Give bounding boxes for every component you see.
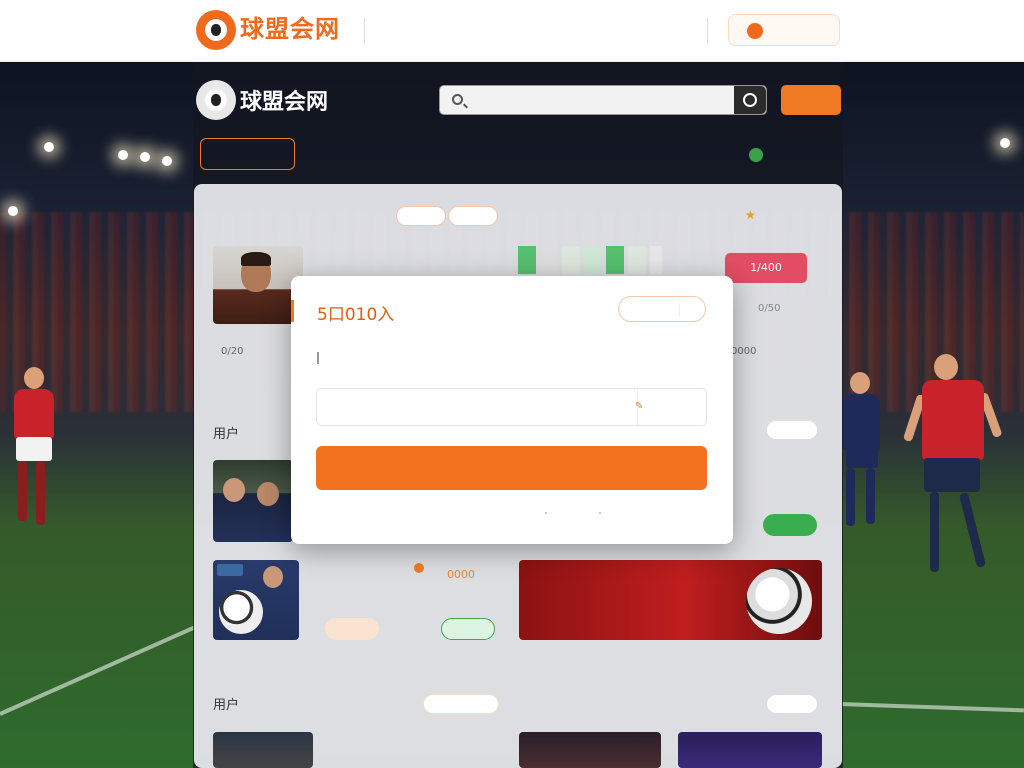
floodlight (162, 156, 172, 166)
login-modal: 5口010入 ✎ (291, 276, 733, 544)
logo-icon[interactable] (196, 80, 236, 120)
hot-icon (414, 563, 424, 573)
header-cta-button[interactable] (728, 14, 840, 46)
stats-bar (584, 246, 602, 274)
more-pill[interactable] (766, 694, 818, 714)
filter-pill[interactable] (423, 694, 499, 714)
stats-bar (628, 246, 646, 274)
login-submit-button[interactable] (316, 446, 707, 490)
match-photo[interactable] (519, 732, 661, 768)
inner-action-button[interactable] (781, 85, 841, 115)
floodlight (44, 142, 54, 152)
stats-bar (606, 246, 624, 274)
divider (679, 303, 680, 316)
section-title: 用户 (213, 698, 240, 713)
bet-button[interactable]: 1/400 (725, 253, 807, 283)
brand-name[interactable]: 球盟会网 (240, 9, 340, 44)
filter-pill[interactable] (448, 206, 498, 226)
primary-action-button[interactable] (325, 618, 379, 640)
stats-bar (650, 246, 662, 274)
phone-field: ✎ (316, 388, 707, 426)
stats-bar (562, 246, 580, 274)
floodlight (118, 150, 128, 160)
filter-pill[interactable] (396, 206, 446, 226)
search-box (439, 85, 767, 115)
pitch-line (0, 614, 221, 716)
info-icon (317, 352, 323, 364)
more-pill[interactable] (766, 420, 818, 440)
list-metric: 0000 (447, 568, 475, 581)
link-separator (599, 512, 601, 514)
stats-bar (540, 246, 558, 274)
phone-input[interactable] (333, 399, 613, 417)
user-icon (747, 23, 763, 39)
stats-bar (518, 246, 536, 274)
star-icon[interactable]: ★ (745, 208, 756, 222)
analyst-photo[interactable] (213, 246, 303, 324)
modal-title: 5口010入 (317, 305, 395, 325)
match-photo[interactable] (678, 732, 822, 768)
inner-brand-name[interactable]: 球盟会网 (240, 84, 328, 116)
lock-icon: ✎ (635, 401, 644, 412)
floodlight (1000, 138, 1010, 148)
search-input[interactable] (472, 92, 722, 110)
logo-icon[interactable] (196, 10, 236, 50)
secondary-action-button[interactable] (441, 618, 495, 640)
match-photo[interactable] (213, 460, 293, 542)
promo-banner[interactable] (519, 560, 822, 640)
modal-top-pill (618, 296, 706, 322)
stats-bar-chart (518, 246, 662, 274)
football-icon (746, 568, 812, 634)
pitch-line (839, 702, 1024, 713)
status-dot-icon (749, 148, 763, 162)
match-photo[interactable] (213, 732, 313, 768)
floodlight (8, 206, 18, 216)
stat-number: 0000 (731, 346, 757, 357)
top-header: 球盟会网 (0, 0, 1024, 62)
section-title: 用户 (213, 427, 240, 442)
search-icon (452, 94, 463, 105)
match-photo[interactable] (213, 560, 299, 640)
stat-value: 0/50 (758, 303, 781, 314)
search-submit-button[interactable] (734, 86, 766, 114)
title-accent (291, 300, 294, 322)
floodlight (140, 152, 150, 162)
link-separator (545, 512, 547, 514)
inner-nav-active-tab[interactable] (200, 138, 295, 170)
nav-divider (364, 18, 365, 44)
stat-number: 0/20 (221, 346, 244, 357)
nav-divider (707, 18, 708, 44)
follow-button[interactable] (763, 514, 817, 536)
